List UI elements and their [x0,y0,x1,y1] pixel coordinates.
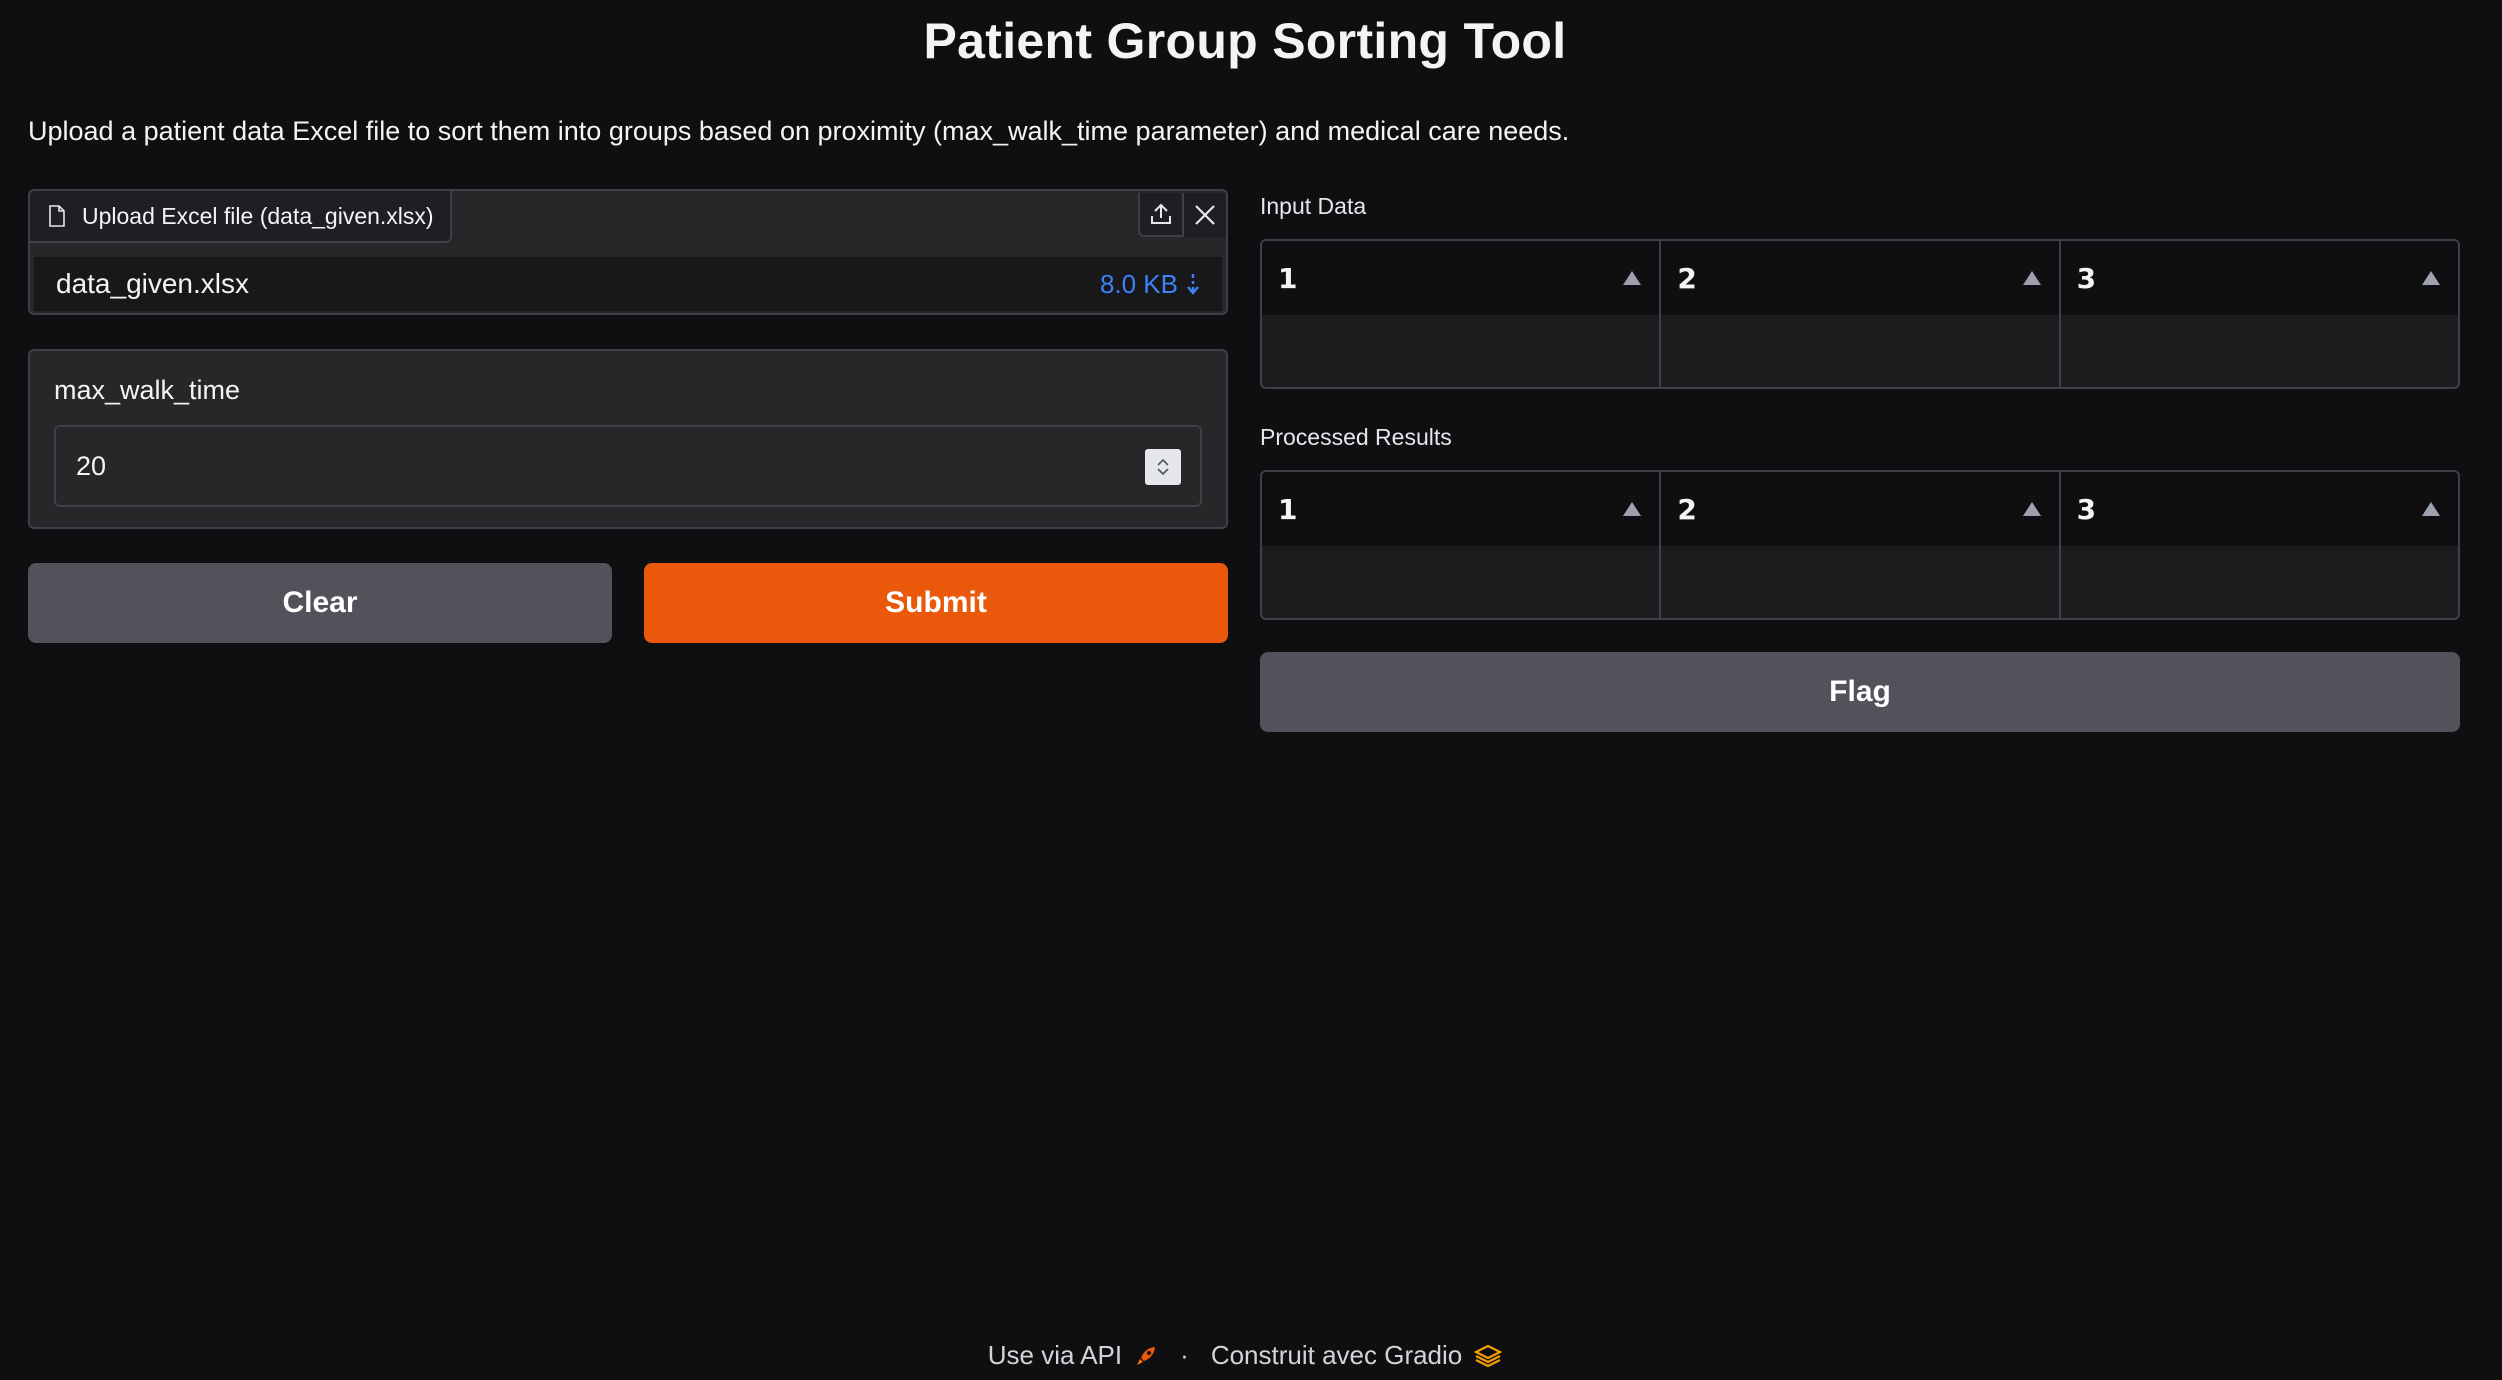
table-column: 1 [1262,241,1662,387]
upload-icon [1151,203,1171,224]
chevron-up-icon [1157,458,1169,466]
use-via-api-link[interactable]: Use via API [988,1340,1158,1371]
uploaded-file-name: data_given.xlsx [56,268,250,299]
built-with-label: Construit avec Gradio [1210,1340,1463,1370]
file-upload-component[interactable]: Upload Excel file (data_given.xlsx) data… [28,189,1228,315]
column-header[interactable]: 3 [2060,241,2458,315]
chevron-down-icon [1157,468,1169,476]
upload-button[interactable] [1138,193,1182,237]
flag-button[interactable]: Flag [1260,652,2460,732]
footer: Use via API · Construit avec Gradio [0,1340,2490,1371]
use-via-api-label: Use via API [987,1340,1123,1370]
table-column: 3 [2060,472,2458,618]
column-header-label: 2 [1677,261,1697,295]
file-upload-label-tab: Upload Excel file (data_given.xlsx) [30,191,452,243]
table-cell[interactable] [1661,546,2059,618]
input-data-label: Input Data [1260,193,1367,219]
file-download-link[interactable]: 8.0 KB [1100,269,1200,300]
column-header[interactable]: 1 [1262,472,1660,546]
walk-time-stepper[interactable] [1145,449,1181,485]
column-header-label: 1 [1278,261,1298,295]
column-header-label: 3 [2076,261,2097,295]
clear-file-button[interactable] [1182,193,1226,237]
close-icon [1195,205,1215,225]
walk-time-input[interactable] [54,425,1202,507]
file-icon [49,205,65,227]
processed-results-label: Processed Results [1260,424,1452,450]
table-cell[interactable] [1661,315,2059,387]
sort-icon[interactable] [1623,271,1642,285]
file-size: 8.0 KB [1099,268,1178,299]
file-toolbar [1138,191,1226,241]
app-root: Patient Group Sorting Tool Upload a pati… [0,0,2502,1380]
column-header-label: 1 [1278,492,1298,526]
table-column: 1 [1262,472,1662,618]
gradio-link[interactable]: Construit avec Gradio [1210,1340,1503,1371]
gradio-logo-icon [1474,1344,1503,1367]
column-header[interactable]: 3 [2060,472,2458,546]
sort-icon[interactable] [2421,502,2440,516]
table-cell[interactable] [2060,315,2458,387]
table-column: 3 [2060,241,2458,387]
column-header[interactable]: 2 [1661,241,2059,315]
table-column: 2 [1661,241,2061,387]
table-cell[interactable] [1262,315,1660,387]
table-cell[interactable] [1262,546,1660,618]
footer-separator: · [1180,1340,1189,1370]
rocket-icon [1137,1346,1156,1365]
column-header[interactable]: 2 [1661,472,2059,546]
walk-time-label: max_walk_time [54,375,241,405]
column-header[interactable]: 1 [1262,241,1660,315]
input-data-table: 1 2 3 [1260,239,2460,389]
sort-icon[interactable] [2022,271,2041,285]
processed-results-table: 1 2 3 [1260,470,2460,620]
page-title: Patient Group Sorting Tool [923,13,1567,69]
sort-icon[interactable] [1623,502,1642,516]
submit-button[interactable]: Submit [644,563,1228,643]
uploaded-file-row: data_given.xlsx 8.0 KB [34,257,1222,311]
column-header-label: 2 [1677,492,1697,526]
table-column: 2 [1661,472,2061,618]
clear-button[interactable]: Clear [28,563,612,643]
sort-icon[interactable] [2421,271,2440,285]
file-upload-label: Upload Excel file (data_given.xlsx) [82,202,434,229]
download-icon [1187,274,1199,295]
column-header-label: 3 [2076,492,2097,526]
table-cell[interactable] [2060,546,2458,618]
sort-icon[interactable] [2022,502,2041,516]
page-description: Upload a patient data Excel file to sort… [28,116,1570,146]
